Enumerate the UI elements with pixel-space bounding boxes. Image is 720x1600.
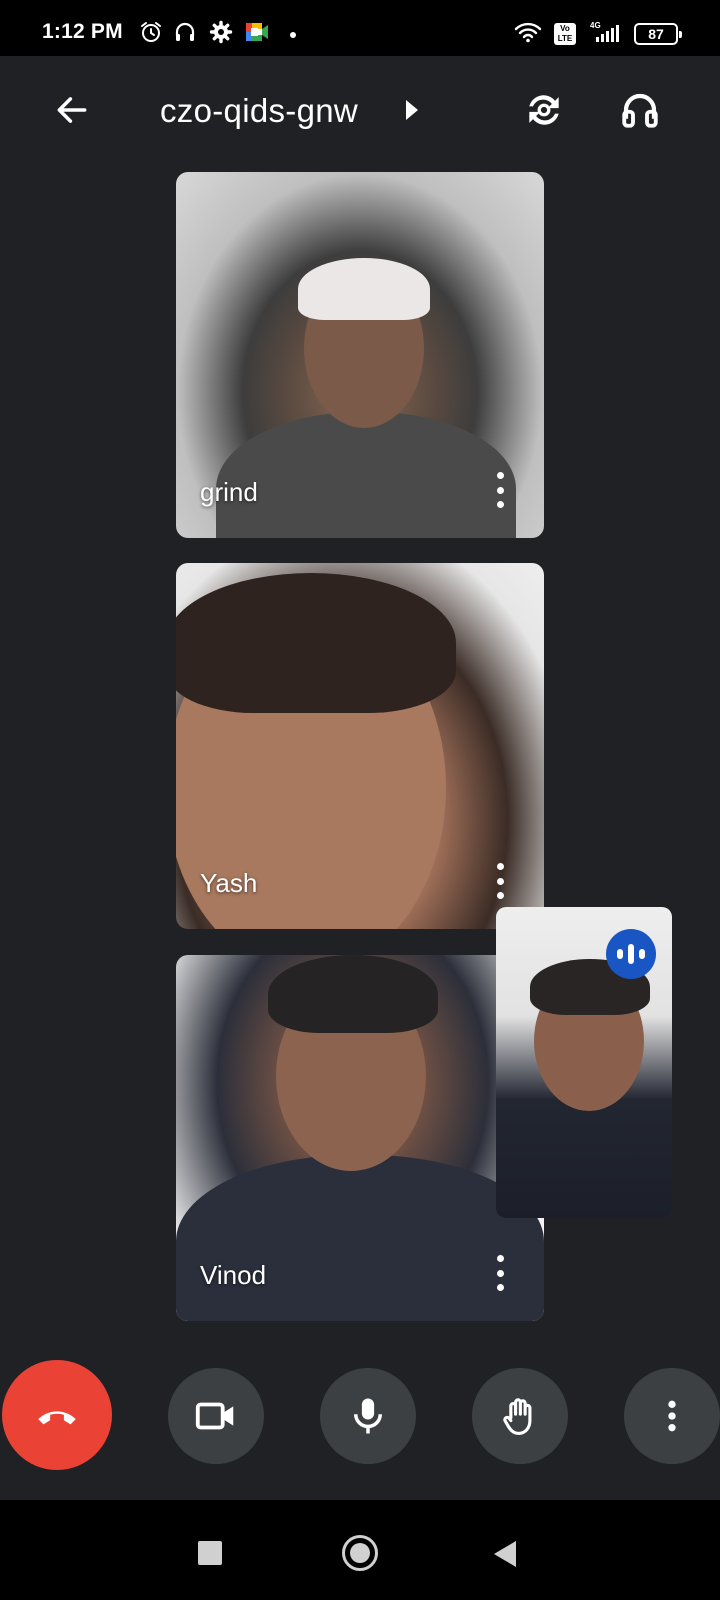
status-bar: 1:12 PM Vo LTE 4G 87	[0, 0, 720, 56]
participant-name: grind	[200, 477, 258, 507]
headphones-status-icon	[175, 22, 195, 41]
raise-hand-icon	[503, 1398, 532, 1435]
status-time: 1:12 PM	[42, 20, 123, 43]
microphone-toggle-button[interactable]	[320, 1368, 416, 1464]
notification-dot	[290, 32, 296, 38]
recents-button[interactable]	[198, 1541, 222, 1565]
back-button[interactable]	[48, 86, 96, 134]
alarm-icon	[141, 22, 161, 42]
participant-video	[176, 1155, 544, 1321]
signal-icon: 4G	[590, 21, 619, 42]
switch-camera-icon	[529, 95, 559, 125]
participant-options-button[interactable]	[494, 863, 506, 899]
participant-name: Yash	[200, 868, 258, 898]
call-controls	[0, 1360, 720, 1470]
participant-tile-vinod[interactable]: Vinod	[176, 955, 544, 1321]
call-header: czo-qids-gnw	[0, 56, 720, 166]
participant-options-button[interactable]	[494, 1255, 506, 1291]
gear-icon	[209, 20, 233, 44]
more-options-button[interactable]	[624, 1368, 720, 1464]
speaking-indicator-icon	[606, 929, 656, 979]
meet-app-icon	[246, 23, 268, 41]
video-camera-icon	[195, 1402, 234, 1430]
raise-hand-button[interactable]	[472, 1368, 568, 1464]
home-dot-icon	[350, 1543, 370, 1563]
switch-camera-button[interactable]	[518, 84, 570, 136]
participant-video	[216, 412, 516, 538]
self-view[interactable]	[496, 907, 672, 1218]
meeting-details-caret-icon[interactable]	[406, 100, 418, 120]
participant-name: Vinod	[200, 1260, 267, 1290]
back-nav-button[interactable]	[494, 1541, 516, 1567]
wifi-icon	[514, 22, 542, 43]
system-navigation-bar	[0, 1500, 720, 1600]
microphone-icon	[354, 1398, 382, 1434]
network-type: 4G	[590, 21, 601, 30]
arrow-back-icon	[57, 97, 87, 123]
participant-options-button[interactable]	[494, 472, 506, 508]
meeting-code[interactable]: czo-qids-gnw	[160, 92, 358, 130]
hang-up-icon	[38, 1411, 76, 1425]
participant-tile-grind[interactable]: grind	[176, 172, 544, 538]
more-vertical-icon	[668, 1400, 676, 1432]
home-button[interactable]	[342, 1535, 378, 1571]
battery-indicator: 87	[634, 23, 682, 45]
headphones-icon	[622, 93, 658, 128]
end-call-button[interactable]	[2, 1360, 112, 1470]
camera-toggle-button[interactable]	[168, 1368, 264, 1464]
volte-badge: Vo LTE	[554, 23, 576, 45]
audio-output-button[interactable]	[614, 84, 666, 136]
participant-tile-yash[interactable]: Yash	[176, 563, 544, 929]
